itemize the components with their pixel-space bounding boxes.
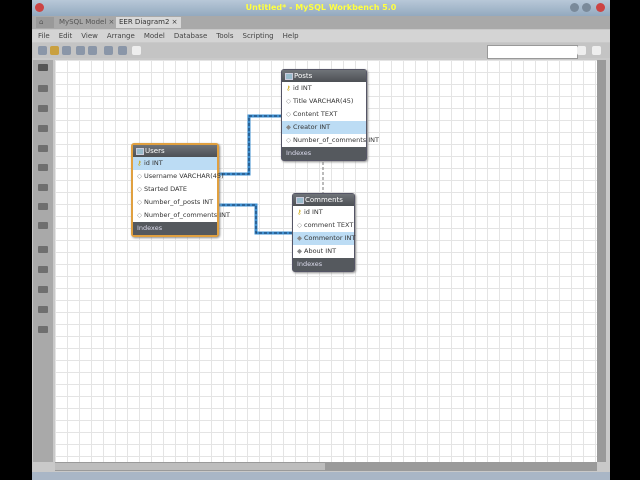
table-tool-icon[interactable] [38,184,48,191]
tool-palette [33,60,53,462]
search-input[interactable] [487,45,578,59]
column-row[interactable]: ◇ Number_of_comments INT [133,209,230,222]
indexes-section[interactable]: Indexes [293,258,354,271]
status-bar [32,472,610,480]
column-row[interactable]: ◇ Started DATE [133,183,217,196]
align-icon[interactable] [118,46,127,55]
panel-toggle-icon[interactable] [577,46,586,55]
table-header[interactable]: Users [133,145,217,157]
column-row[interactable]: ◇ Title VARCHAR(45) [282,95,366,108]
tab-label: EER Diagram2 [119,18,170,26]
toggle-grid-icon[interactable] [104,46,113,55]
relation-1-n-nonid-icon[interactable] [38,326,48,333]
tab-label: MySQL Model [59,18,107,26]
scrollbar-thumb[interactable] [55,463,325,470]
relation-n-m-icon[interactable] [38,286,48,293]
column-icon: ◇ [286,110,291,118]
tab-bar: ⌂ MySQL Model × EER Diagram2 × [32,16,610,29]
column-icon: ◇ [137,198,142,206]
menu-edit[interactable]: Edit [59,30,73,42]
column-row[interactable]: ⚷ id INT [293,206,354,219]
menu-file[interactable]: File [38,30,50,42]
menu-help[interactable]: Help [283,30,299,42]
indexes-section[interactable]: Indexes [133,222,217,235]
menu-model[interactable]: Model [144,30,165,42]
foreign-key-icon: ◆ [286,123,291,131]
view-tool-icon[interactable] [38,203,48,210]
routine-tool-icon[interactable] [38,222,48,229]
open-icon[interactable] [50,46,59,55]
tab-eer-diagram[interactable]: EER Diagram2 × [116,17,181,28]
menu-scripting[interactable]: Scripting [243,30,274,42]
table-header[interactable]: Posts [282,70,366,82]
column-row[interactable]: ◇ Username VARCHAR(45) [133,170,224,183]
table-users[interactable]: Users ⚷ id INT ◇ Username VARCHAR(45) ◇ Sta… [131,143,230,237]
title-bar: Untitled* - MySQL Workbench 5.0 [32,0,610,16]
minimize-icon[interactable] [570,3,579,12]
menu-bar: File Edit View Arrange Model Database To… [32,30,610,42]
new-icon[interactable] [38,46,47,55]
column-row[interactable]: ◆ Commentor INT [293,232,355,245]
column-row[interactable]: ⚷ id INT [133,157,217,170]
column-icon: ◇ [137,211,142,219]
toolbar [32,43,610,59]
maximize-icon[interactable] [582,3,591,12]
column-row[interactable]: ◆ About INT [293,245,354,258]
table-header[interactable]: Comments [293,194,354,206]
save-icon[interactable] [62,46,71,55]
indexes-section[interactable]: Indexes [282,147,366,160]
panel-toggle-icon[interactable] [592,46,601,55]
close-window-icon[interactable] [596,3,605,12]
undo-icon[interactable] [76,46,85,55]
menu-tools[interactable]: Tools [216,30,233,42]
layer-tool-icon[interactable] [38,125,48,132]
hand-tool-icon[interactable] [38,85,48,92]
relation-1-n-icon[interactable] [38,266,48,273]
column-icon: ◇ [137,185,142,193]
window-title: Untitled* - MySQL Workbench 5.0 [245,3,397,12]
menu-database[interactable]: Database [174,30,207,42]
close-icon[interactable] [35,3,44,12]
diagram-canvas[interactable]: Posts ⚷ id INT ◇ Title VARCHAR(45) ◇ Conten… [55,60,597,462]
key-icon: ⚷ [286,84,291,92]
menu-arrange[interactable]: Arrange [107,30,135,42]
pointer-tool-icon[interactable] [38,64,48,71]
key-icon: ⚷ [137,159,142,167]
key-icon: ⚷ [297,208,302,216]
foreign-key-icon: ◆ [297,234,302,242]
column-row[interactable]: ◇ Number_of_posts INT [133,196,217,209]
relation-1-1-nonid-icon[interactable] [38,306,48,313]
column-icon: ◇ [286,136,291,144]
horizontal-scrollbar[interactable] [55,462,597,471]
column-row[interactable]: ◆ Creator INT [282,121,366,134]
menu-view[interactable]: View [81,30,98,42]
tab-mysql-model[interactable]: MySQL Model × [56,17,117,28]
relationship-users-comments[interactable] [217,203,292,235]
table-posts[interactable]: Posts ⚷ id INT ◇ Title VARCHAR(45) ◇ Conten… [281,69,379,161]
redo-icon[interactable] [88,46,97,55]
column-icon: ◇ [137,172,142,180]
foreign-key-icon: ◆ [297,247,302,255]
table-comments[interactable]: Comments ⚷ id INT ◇ comment TEXT ◆ Commento… [292,193,355,272]
column-row[interactable]: ◇ Number_of_comments INT [282,134,379,147]
column-icon: ◇ [297,221,302,229]
workbench-window: Untitled* - MySQL Workbench 5.0 ⌂ MySQL … [32,0,610,480]
eraser-tool-icon[interactable] [38,105,48,112]
vertical-scrollbar[interactable] [597,60,606,462]
relation-1-1-icon[interactable] [38,246,48,253]
column-icon: ◇ [286,97,291,105]
note-tool-icon[interactable] [38,145,48,152]
column-row[interactable]: ◇ comment TEXT [293,219,354,232]
image-tool-icon[interactable] [38,164,48,171]
home-icon[interactable]: ⌂ [36,17,54,28]
column-row[interactable]: ◇ Content TEXT [282,108,366,121]
page-icon[interactable] [132,46,141,55]
column-row[interactable]: ⚷ id INT [282,82,366,95]
